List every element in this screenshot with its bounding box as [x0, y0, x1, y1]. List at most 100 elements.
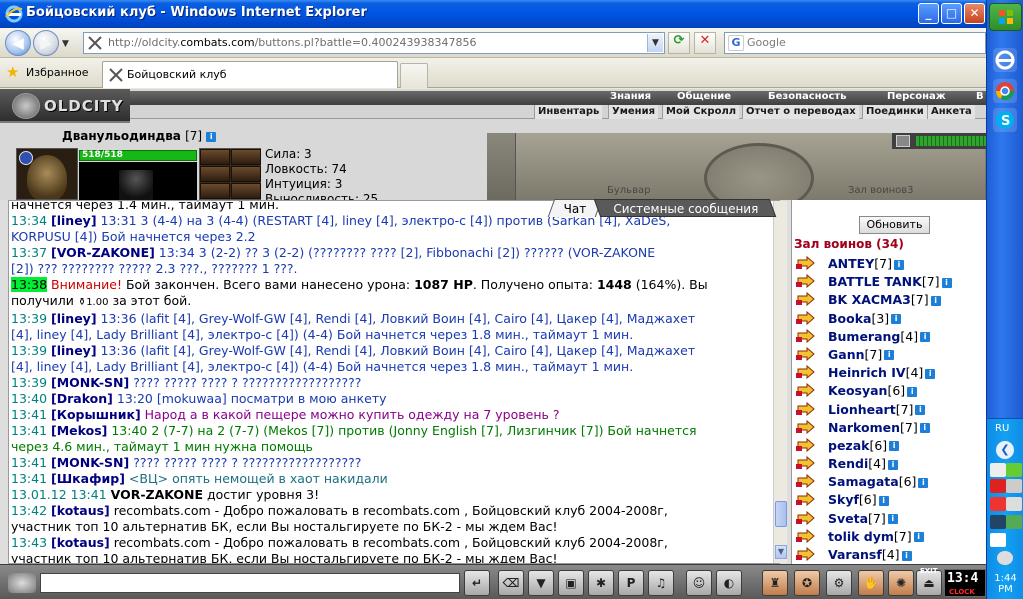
player-name[interactable]: BATTLE TANK[7] i	[828, 274, 952, 289]
favorites-button[interactable]: Избранное	[26, 66, 88, 79]
tray-icon-7[interactable]	[990, 515, 1006, 529]
info-icon[interactable]: i	[887, 514, 898, 525]
tray-icon-4[interactable]	[1006, 479, 1022, 493]
player-row[interactable]: Rendi[4] i	[796, 455, 986, 473]
info-icon[interactable]: i	[887, 459, 898, 470]
player-name[interactable]: Rendi[4] i	[828, 456, 898, 471]
player-row[interactable]: Varansf[4] i	[796, 546, 986, 564]
player-row[interactable]: Skyf[6] i	[796, 491, 986, 509]
tray-icon-5[interactable]	[990, 497, 1006, 511]
info-icon[interactable]: i	[919, 423, 930, 434]
player-row[interactable]: BATTLE TANK[7] i	[796, 273, 986, 291]
eraser-icon[interactable]: ⌫	[498, 570, 524, 596]
message-author[interactable]: [Drakon]	[51, 391, 113, 406]
action-icon-3[interactable]: ⚙	[826, 570, 852, 596]
inventory-slots[interactable]	[199, 148, 261, 200]
refresh-icon[interactable]: ⟳	[668, 32, 690, 54]
scroll-down-icon[interactable]: ▼	[775, 545, 787, 559]
player-name[interactable]: Skyf[6] i	[828, 492, 889, 507]
player-name[interactable]: Varansf[4] i	[828, 547, 912, 562]
start-button[interactable]	[989, 3, 1022, 31]
search-box[interactable]: G Google	[724, 32, 986, 54]
forward-button[interactable]: ▶	[33, 30, 59, 56]
player-name[interactable]: Sveta[7] i	[828, 511, 898, 526]
player-row[interactable]: pezak[6] i	[796, 437, 986, 455]
player-row[interactable]: Lionheart[7] i	[796, 401, 986, 419]
player-row[interactable]: Gann[7] i	[796, 346, 986, 364]
chat-log[interactable]: начнется через 1.4 мин., таймаут 1 мин. …	[8, 200, 780, 564]
player-name[interactable]: pezak[6] i	[828, 438, 900, 453]
action-icon-4[interactable]: ✋	[858, 570, 884, 596]
player-row[interactable]: Bumerang[4] i	[796, 328, 986, 346]
player-row[interactable]: Heinrich IV[4] i	[796, 364, 986, 382]
menu-knowledge[interactable]: Знания	[610, 91, 651, 102]
info-icon[interactable]: i	[918, 477, 929, 488]
quicklaunch-ie-icon[interactable]	[993, 48, 1017, 72]
player-name[interactable]: BK XACMA3[7] i	[828, 292, 941, 307]
private-hand-icon[interactable]	[796, 383, 816, 398]
info-icon[interactable]: i	[941, 277, 952, 288]
player-row[interactable]: Narkomen[7] i	[796, 419, 986, 437]
info-icon[interactable]: i	[901, 550, 912, 561]
private-icon[interactable]: P	[618, 570, 644, 596]
private-hand-icon[interactable]	[796, 437, 816, 452]
message-author[interactable]: [liney]	[51, 213, 97, 228]
message-author[interactable]: [Корышник]	[51, 407, 141, 422]
send-icon[interactable]: ↵	[464, 570, 490, 596]
recent-pages-dropdown-icon[interactable]: ▼	[62, 39, 69, 49]
chat-scroll-thumb[interactable]	[775, 501, 787, 527]
private-hand-icon[interactable]	[796, 456, 816, 471]
tab-combats[interactable]: Бойцовский клуб	[102, 61, 398, 88]
action-icon-1[interactable]: ♜	[762, 570, 788, 596]
private-hand-icon[interactable]	[796, 547, 816, 561]
submenu-my-scroll[interactable]: Мой Скролл	[662, 105, 740, 119]
player-name[interactable]: ANTEY[7] i	[828, 256, 904, 271]
show-hidden-icons-icon[interactable]: ❮	[996, 441, 1014, 459]
private-hand-icon[interactable]	[796, 346, 816, 361]
private-hand-icon[interactable]	[796, 528, 816, 543]
info-icon[interactable]: i	[913, 532, 924, 543]
menu-character[interactable]: Персонаж	[887, 91, 946, 102]
player-row[interactable]: Samagata[6] i	[796, 473, 986, 491]
info-icon[interactable]: i	[884, 350, 895, 361]
submenu-battles[interactable]: Поединки	[862, 105, 927, 119]
private-hand-icon[interactable]	[796, 365, 816, 380]
menu-security[interactable]: Безопасность	[768, 91, 847, 102]
close-button[interactable]: ✕	[964, 3, 985, 24]
system-clock[interactable]: 1:44 PM	[987, 573, 1023, 595]
translit-icon[interactable]: ◐	[716, 570, 742, 596]
location-boulevard[interactable]: Бульвар	[607, 185, 650, 196]
private-hand-icon[interactable]	[796, 474, 816, 489]
submenu-profile[interactable]: Анкета	[927, 105, 975, 119]
private-hand-icon[interactable]	[796, 292, 816, 307]
message-author[interactable]: [kotaus]	[51, 535, 110, 550]
player-row[interactable]: Booka[3] i	[796, 310, 986, 328]
message-author[interactable]: [liney]	[51, 343, 97, 358]
player-name[interactable]: Samagata[6] i	[828, 474, 929, 489]
tray-icon-1[interactable]	[990, 463, 1006, 477]
menu-more[interactable]: В	[976, 91, 984, 102]
player-row[interactable]: tolik dym[7] i	[796, 528, 986, 546]
message-author[interactable]: [Mekos]	[51, 423, 107, 438]
private-hand-icon[interactable]	[796, 256, 816, 270]
address-dropdown-icon[interactable]: ▼	[647, 34, 663, 52]
favorites-star-icon[interactable]: ★	[6, 63, 19, 81]
player-row[interactable]: Keosyan[6] i	[796, 382, 986, 400]
chat-scrollbar[interactable]: ▼	[773, 201, 787, 563]
refresh-list-button[interactable]: Обновить	[859, 216, 930, 234]
character-portrait[interactable]	[79, 162, 197, 200]
message-author[interactable]: [MONK-SN]	[51, 375, 129, 390]
private-hand-icon[interactable]	[796, 274, 816, 289]
player-name[interactable]: Heinrich IV[4] i	[828, 365, 936, 380]
speaker-icon[interactable]	[8, 573, 36, 593]
player-name[interactable]: Gann[7] i	[828, 347, 895, 362]
info-icon[interactable]: i	[878, 495, 889, 506]
submenu-inventory[interactable]: Инвентарь	[534, 105, 603, 119]
private-hand-icon[interactable]	[796, 419, 816, 434]
submenu-skills[interactable]: Умения	[608, 105, 659, 119]
private-hand-icon[interactable]	[796, 401, 816, 416]
player-name[interactable]: tolik dym[7] i	[828, 529, 924, 544]
message-author[interactable]: [kotaus]	[51, 503, 110, 518]
info-icon[interactable]: i	[907, 386, 918, 397]
tray-icon-8[interactable]	[1006, 515, 1022, 529]
